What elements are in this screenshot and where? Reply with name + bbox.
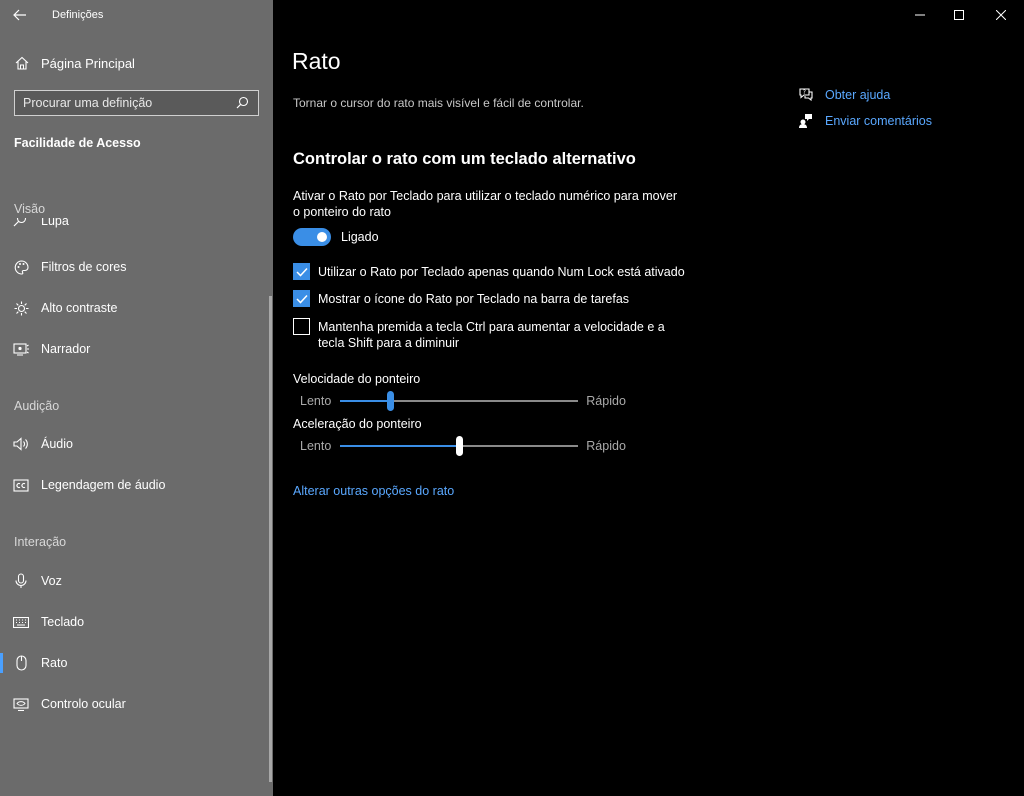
eye-control-icon (13, 696, 29, 712)
slider-max-label: Rápido (586, 439, 626, 453)
minimize-icon (914, 14, 925, 16)
speaker-icon (13, 436, 29, 452)
title-bar: Definições (0, 0, 273, 30)
sidebar: Definições Página Principal Facilidade d… (0, 0, 273, 796)
get-help-label: Obter ajuda (825, 88, 891, 102)
search-input[interactable] (23, 96, 236, 110)
pointer-acceleration-row: Lento Rápido (300, 436, 626, 456)
slider-thumb[interactable] (456, 436, 464, 456)
checkbox-row-taskbar-icon: Mostrar o ícone do Rato por Teclado na b… (293, 290, 693, 307)
sidebar-item-color-filters[interactable]: Filtros de cores (0, 252, 270, 282)
active-indicator (0, 653, 3, 673)
sidebar-item-magnifier[interactable]: Lupa (0, 218, 270, 232)
checkbox-row-ctrl-shift: Mantenha premida a tecla Ctrl para aumen… (293, 318, 693, 351)
group-vision: Visão (14, 202, 46, 216)
app-title: Definições (52, 9, 104, 21)
home-label: Página Principal (41, 55, 135, 71)
sidebar-item-keyboard[interactable]: Teclado (0, 607, 270, 637)
checkmark-icon (295, 267, 308, 277)
get-help-link[interactable]: ? Obter ajuda (798, 86, 932, 104)
sidebar-item-label: Rato (41, 656, 68, 670)
sidebar-item-narrator[interactable]: Narrador (0, 334, 270, 364)
sidebar-item-label: Lupa (41, 218, 69, 228)
send-feedback-link[interactable]: Enviar comentários (798, 112, 932, 130)
microphone-icon (13, 573, 29, 589)
mouse-keys-toggle-row: Ligado (293, 228, 379, 246)
sidebar-item-label: Filtros de cores (41, 260, 127, 274)
sidebar-item-label: Teclado (41, 615, 85, 629)
closed-captions-icon (13, 477, 29, 493)
slider-fill (340, 445, 460, 447)
mouse-keys-toggle[interactable] (293, 228, 331, 246)
sidebar-scrollbar[interactable] (269, 296, 272, 782)
num-lock-checkbox[interactable] (293, 263, 310, 280)
close-icon (996, 10, 1006, 20)
checkbox-label: Mostrar o ícone do Rato por Teclado na b… (318, 292, 630, 306)
sun-icon (13, 300, 29, 316)
group-interaction: Interação (14, 535, 67, 549)
back-arrow-icon (13, 9, 26, 21)
checkmark-icon (295, 294, 308, 304)
maximize-icon (953, 10, 964, 20)
help-chat-icon: ? (798, 87, 814, 103)
checkbox-row-num-lock: Utilizar o Rato por Teclado apenas quand… (293, 263, 693, 280)
window-controls (900, 0, 1024, 30)
toggle-knob (317, 232, 327, 242)
slider-max-label: Rápido (586, 394, 626, 408)
maximize-button[interactable] (939, 0, 978, 30)
narrator-icon (13, 341, 29, 357)
search-box[interactable] (14, 90, 259, 116)
help-panel: ? Obter ajuda Enviar comentários (798, 86, 932, 138)
checkbox-label: Utilizar o Rato por Teclado apenas quand… (318, 265, 685, 279)
slider-min-label: Lento (300, 439, 332, 453)
sidebar-item-audio[interactable]: Áudio (0, 429, 270, 459)
slider-fill (340, 400, 391, 402)
section-heading: Controlar o rato com um teclado alternat… (293, 150, 636, 168)
sidebar-item-captions[interactable]: Legendagem de áudio (0, 470, 270, 500)
minimize-button[interactable] (900, 0, 939, 30)
magnifier-icon (13, 218, 29, 229)
checkbox-label: Mantenha premida a tecla Ctrl para aumen… (318, 320, 665, 350)
search-icon[interactable] (236, 96, 250, 110)
slider-min-label: Lento (300, 394, 332, 408)
sidebar-item-speech[interactable]: Voz (0, 566, 270, 596)
toggle-state-label: Ligado (341, 230, 379, 244)
home-icon (14, 55, 30, 71)
feedback-icon (798, 113, 814, 129)
section-title: Facilidade de Acesso (14, 136, 141, 150)
sidebar-item-eye-control[interactable]: Controlo ocular (0, 689, 270, 719)
group-hearing: Audição (14, 399, 60, 413)
mouse-icon (13, 655, 29, 671)
more-mouse-options-link[interactable]: Alterar outras opções do rato (293, 484, 454, 498)
pointer-speed-row: Lento Rápido (300, 391, 626, 411)
sidebar-item-label: Voz (41, 574, 62, 588)
pointer-speed-label: Velocidade do ponteiro (293, 372, 421, 386)
back-button[interactable] (0, 0, 40, 30)
svg-text:?: ? (803, 89, 806, 96)
send-feedback-label: Enviar comentários (825, 114, 932, 128)
home-link[interactable]: Página Principal (14, 52, 135, 74)
slider-thumb[interactable] (387, 391, 395, 411)
pointer-acceleration-label: Aceleração do ponteiro (293, 417, 422, 431)
page-title: Rato (292, 48, 341, 74)
pointer-speed-slider[interactable] (340, 391, 579, 411)
keyboard-icon (13, 614, 29, 630)
sidebar-item-label: Controlo ocular (41, 697, 126, 711)
pointer-acceleration-slider[interactable] (340, 436, 579, 456)
page-subtitle: Tornar o cursor do rato mais visível e f… (293, 96, 584, 110)
sidebar-item-label: Legendagem de áudio (41, 478, 166, 492)
sidebar-item-label: Alto contraste (41, 301, 118, 315)
taskbar-icon-checkbox[interactable] (293, 290, 310, 307)
ctrl-shift-checkbox[interactable] (293, 318, 310, 335)
sidebar-item-label: Áudio (41, 437, 73, 451)
sidebar-item-label: Narrador (41, 342, 91, 356)
toggle-description: Ativar o Rato por Teclado para utilizar … (293, 189, 677, 219)
close-button[interactable] (978, 0, 1024, 30)
sidebar-item-high-contrast[interactable]: Alto contraste (0, 293, 270, 323)
palette-icon (13, 259, 29, 275)
sidebar-item-mouse[interactable]: Rato (0, 648, 270, 678)
